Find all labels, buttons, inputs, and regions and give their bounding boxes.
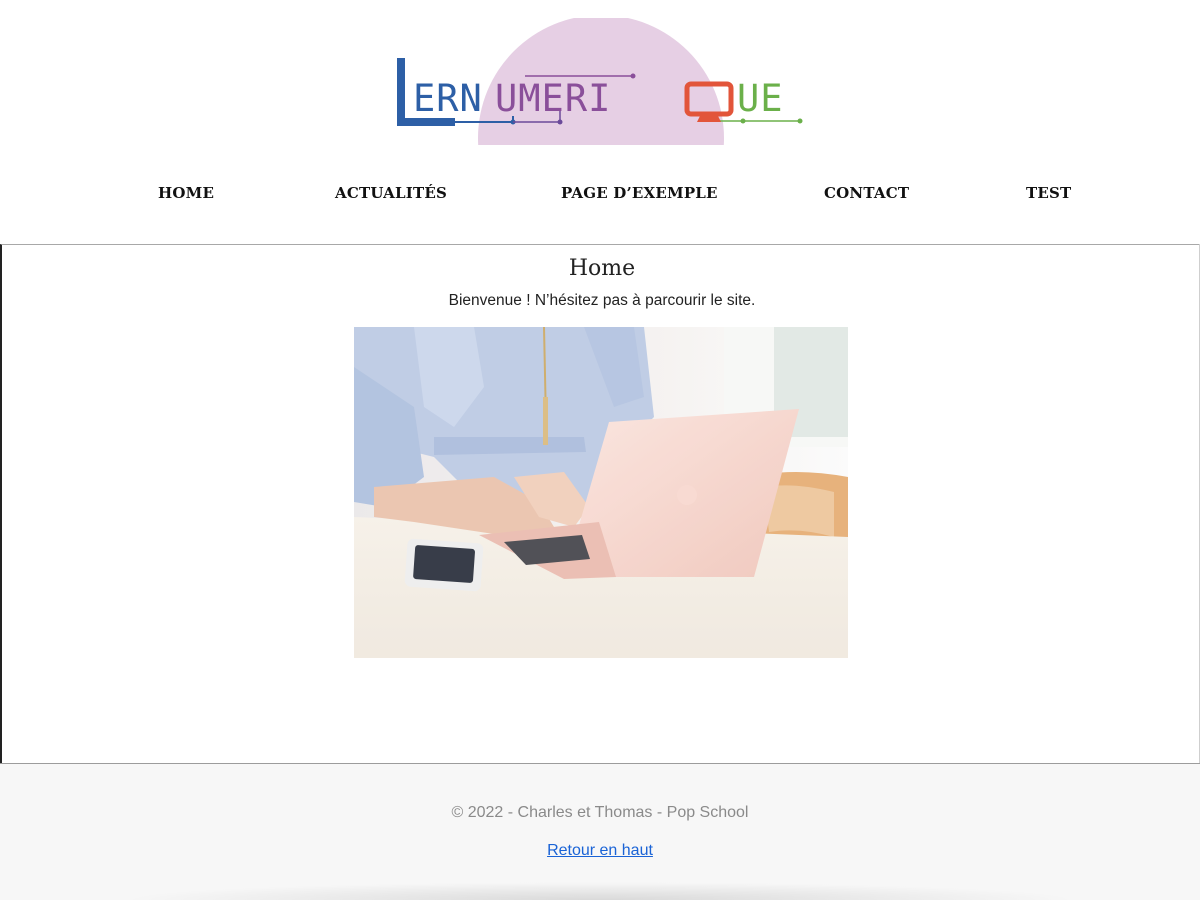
- svg-text:ERN: ERN: [413, 77, 483, 120]
- page-title: Home: [568, 256, 636, 281]
- svg-text:UMERI: UMERI: [495, 77, 611, 120]
- footer-shadow: [120, 882, 1080, 900]
- site-header: ERN UMERI UE HOME ACTUALITÉS PAGE D’EXEM…: [0, 0, 1200, 244]
- site-footer: © 2022 - Charles et Thomas - Pop School …: [0, 763, 1200, 900]
- nav-item-test[interactable]: TEST: [1026, 184, 1071, 202]
- back-to-top-container: Retour en haut: [0, 842, 1200, 860]
- main-nav: HOME ACTUALITÉS PAGE D’EXEMPLE CONTACT T…: [0, 184, 1200, 210]
- site-logo[interactable]: ERN UMERI UE: [375, 18, 825, 145]
- laptop-photo: [354, 327, 848, 658]
- hero-image: [354, 327, 848, 658]
- nav-item-home[interactable]: HOME: [158, 184, 214, 202]
- logo-graphic: ERN UMERI UE: [397, 18, 803, 145]
- intro-text: Bienvenue ! N’hésitez pas à parcourir le…: [448, 292, 756, 309]
- nav-item-page-exemple[interactable]: PAGE D’EXEMPLE: [561, 184, 718, 202]
- copyright-text: © 2022 - Charles et Thomas - Pop School: [451, 804, 749, 821]
- main-content: Home Bienvenue ! N’hésitez pas à parcour…: [0, 244, 1200, 763]
- nav-item-actualites[interactable]: ACTUALITÉS: [335, 184, 447, 202]
- svg-text:UE: UE: [737, 77, 784, 120]
- nav-item-contact[interactable]: CONTACT: [824, 184, 909, 202]
- back-to-top-link[interactable]: Retour en haut: [547, 842, 653, 859]
